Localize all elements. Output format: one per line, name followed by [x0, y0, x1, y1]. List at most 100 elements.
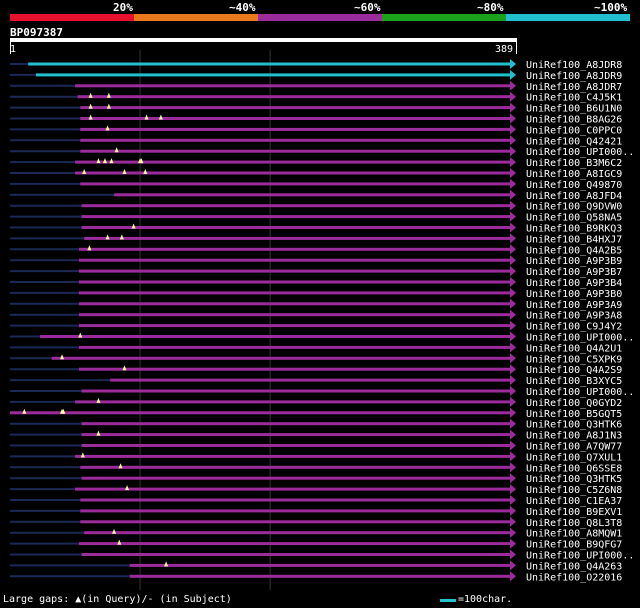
hit-row[interactable]: UniRef100_C5Z6N8: [10, 484, 622, 496]
hit-label[interactable]: UniRef100_B9EXV1: [526, 507, 622, 518]
alignment-bar[interactable]: [84, 531, 511, 535]
alignment-bar[interactable]: [84, 236, 511, 240]
alignment-bar[interactable]: [75, 84, 510, 88]
hit-row[interactable]: UniRef100_A9P3B9: [10, 255, 622, 267]
alignment-bar[interactable]: [78, 367, 511, 371]
alignment-bar[interactable]: [81, 553, 510, 556]
hit-label[interactable]: UniRef100_C1EA37: [526, 496, 622, 507]
hit-row[interactable]: UniRef100_A8J1N3: [10, 429, 622, 442]
hit-row[interactable]: UniRef100_Q58NA5: [10, 211, 622, 224]
hit-label[interactable]: UniRef100_Q9DVW0: [526, 202, 622, 213]
hit-row[interactable]: UniRef100_B9QFG7: [10, 538, 622, 551]
hit-row[interactable]: UniRef100_A9P3B4: [10, 277, 622, 289]
hit-label[interactable]: UniRef100_A9P3B4: [526, 278, 622, 289]
hit-row[interactable]: UniRef100_Q6SSE8: [10, 462, 622, 474]
hit-row[interactable]: UniRef100_C1EA37: [10, 495, 622, 507]
hit-row[interactable]: UniRef100_B4HXJ7: [10, 233, 622, 245]
alignment-bar[interactable]: [81, 204, 510, 208]
hit-row[interactable]: UniRef100_A7QW77: [10, 440, 622, 453]
alignment-bar[interactable]: [80, 498, 511, 502]
hit-label[interactable]: UniRef100_Q4A2S9: [526, 365, 622, 376]
hit-row[interactable]: UniRef100_C0PPC0: [10, 124, 622, 136]
hit-label[interactable]: UniRef100_B3M6C2: [526, 158, 622, 169]
hit-row[interactable]: UniRef100_A9P3B7: [10, 266, 622, 278]
hit-row[interactable]: UniRef100_A8JDR9: [10, 69, 622, 82]
hit-label[interactable]: UniRef100_C0PPC0: [526, 125, 622, 136]
hit-label[interactable]: UniRef100_Q3HTK6: [526, 420, 622, 431]
alignment-bar[interactable]: [129, 563, 510, 567]
alignment-bar[interactable]: [81, 422, 510, 426]
hit-row[interactable]: UniRef100_A8JDR7: [10, 80, 622, 93]
hit-label[interactable]: UniRef100_C4J5K1: [526, 93, 622, 104]
hit-label[interactable]: UniRef100_Q42421: [526, 136, 622, 147]
hit-label[interactable]: UniRef100_B4HXJ7: [526, 234, 622, 245]
alignment-bar[interactable]: [78, 269, 511, 273]
hit-row[interactable]: UniRef100_Q3HTK6: [10, 418, 622, 431]
hit-row[interactable]: UniRef100_A8JDR8: [10, 59, 622, 71]
hit-row[interactable]: UniRef100_A8JFD4: [10, 189, 622, 202]
hit-label[interactable]: UniRef100_Q0GYD2: [526, 398, 622, 409]
hit-label[interactable]: UniRef100_A8JDR9: [526, 71, 622, 82]
hit-label[interactable]: UniRef100_A8JDR8: [526, 60, 622, 71]
hit-row[interactable]: UniRef100_Q4A2U1: [10, 342, 622, 354]
hit-row[interactable]: UniRef100_Q7XUL1: [10, 451, 622, 463]
hit-label[interactable]: UniRef100_UPI000..: [526, 551, 634, 562]
hit-label[interactable]: UniRef100_Q58NA5: [526, 213, 622, 224]
hit-row[interactable]: UniRef100_O22016: [10, 571, 622, 583]
hit-label[interactable]: UniRef100_B6U1N0: [526, 104, 622, 115]
hit-row[interactable]: UniRef100_A8IGC9: [10, 168, 622, 180]
hit-label[interactable]: UniRef100_A9P3B7: [526, 267, 622, 278]
alignment-bar[interactable]: [80, 182, 511, 186]
hit-row[interactable]: UniRef100_A9P3B0: [10, 287, 622, 300]
hit-label[interactable]: UniRef100_C5Z6N8: [526, 485, 622, 496]
hit-label[interactable]: UniRef100_A8MQW1: [526, 529, 622, 540]
alignment-bar[interactable]: [78, 324, 511, 328]
alignment-bar[interactable]: [77, 95, 510, 99]
hit-row[interactable]: UniRef100_A9P3A9: [10, 298, 622, 311]
alignment-bar[interactable]: [80, 465, 511, 469]
hit-label[interactable]: UniRef100_Q4A263: [526, 561, 622, 572]
hit-label[interactable]: UniRef100_A8IGC9: [526, 169, 622, 180]
hit-row[interactable]: UniRef100_Q9DVW0: [10, 200, 622, 213]
hit-label[interactable]: UniRef100_A9P3B0: [526, 289, 622, 300]
alignment-bar[interactable]: [129, 574, 510, 578]
hit-label[interactable]: UniRef100_O22016: [526, 572, 622, 583]
hit-row[interactable]: UniRef100_Q4A2B5: [10, 244, 622, 256]
hit-label[interactable]: UniRef100_A9P3A8: [526, 311, 622, 322]
alignment-bar[interactable]: [81, 444, 510, 447]
alignment-bar[interactable]: [81, 476, 510, 480]
hit-row[interactable]: UniRef100_Q42421: [10, 135, 622, 147]
hit-label[interactable]: UniRef100_A8J1N3: [526, 431, 622, 442]
hit-label[interactable]: UniRef100_A8JDR7: [526, 82, 622, 93]
hit-label[interactable]: UniRef100_UPI000..: [526, 147, 634, 158]
hit-row[interactable]: UniRef100_Q3HTK5: [10, 473, 622, 485]
alignment-bar[interactable]: [75, 454, 510, 458]
hit-label[interactable]: UniRef100_Q4A2B5: [526, 245, 622, 256]
hit-label[interactable]: UniRef100_C9J4Y2: [526, 322, 622, 333]
hit-row[interactable]: UniRef100_B3M6C2: [10, 157, 622, 169]
alignment-bar[interactable]: [81, 389, 510, 393]
hit-label[interactable]: UniRef100_Q4A2U1: [526, 343, 622, 354]
alignment-bar[interactable]: [80, 106, 511, 110]
hit-label[interactable]: UniRef100_B5GQT5: [526, 409, 622, 420]
hit-row[interactable]: UniRef100_B6U1N0: [10, 102, 622, 115]
hit-label[interactable]: UniRef100_UPI000..: [526, 333, 634, 344]
hit-row[interactable]: UniRef100_A9P3A8: [10, 309, 622, 322]
hit-label[interactable]: UniRef100_Q49870: [526, 180, 622, 191]
alignment-bar[interactable]: [51, 356, 510, 360]
hit-row[interactable]: UniRef100_B9RKQ3: [10, 222, 622, 235]
hit-label[interactable]: UniRef100_B8AG26: [526, 115, 622, 126]
hit-label[interactable]: UniRef100_A9P3A9: [526, 300, 622, 311]
hit-label[interactable]: UniRef100_A7QW77: [526, 442, 622, 453]
hit-label[interactable]: UniRef100_Q7XUL1: [526, 452, 622, 463]
hit-row[interactable]: UniRef100_UPI000..: [10, 549, 634, 562]
alignment-bar[interactable]: [75, 400, 510, 404]
hit-label[interactable]: UniRef100_Q6SSE8: [526, 463, 622, 474]
hit-row[interactable]: UniRef100_UPI000..: [10, 331, 634, 344]
hit-row[interactable]: UniRef100_Q49870: [10, 178, 622, 191]
hit-label[interactable]: UniRef100_A9P3B9: [526, 256, 622, 267]
alignment-bar[interactable]: [36, 73, 511, 77]
alignment-bar[interactable]: [78, 258, 511, 262]
alignment-bar[interactable]: [75, 171, 510, 175]
hit-row[interactable]: UniRef100_A8MQW1: [10, 527, 622, 540]
